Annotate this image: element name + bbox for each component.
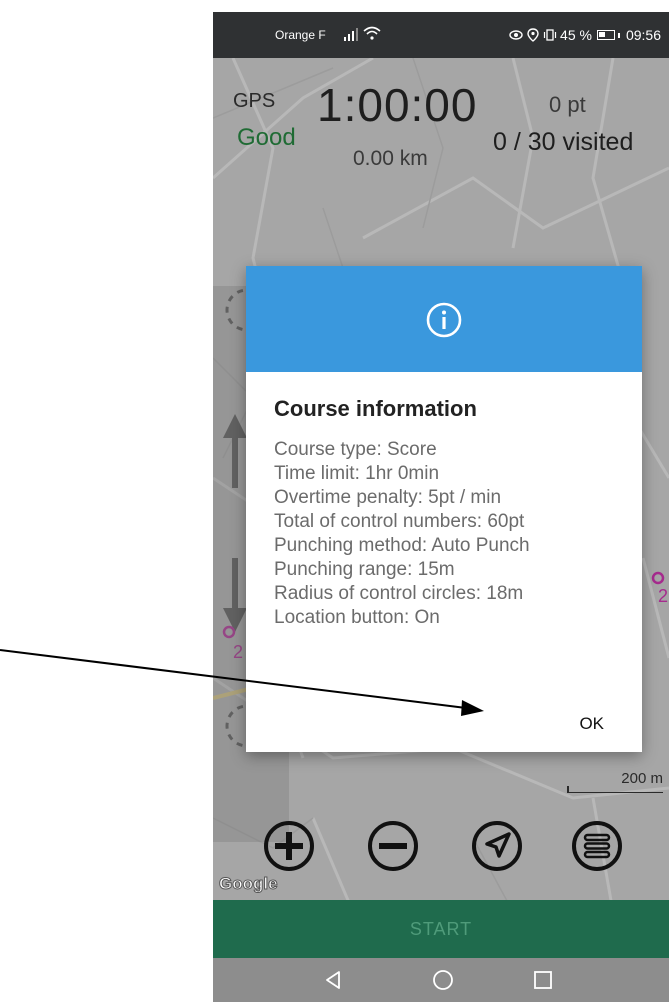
time-limit: Time limit: 1hr 0min [274,463,440,484]
battery-tip [617,32,620,38]
dialog-body: Course type: Score Time limit: 1hr 0min … [274,438,634,630]
map-scale-tick [567,786,569,792]
phone-screen: Orange F 45 % 09:56 2 2 GPS Good 1:00:00… [213,12,669,1002]
android-nav-bar [213,958,669,1002]
map-scale-label: 200 m [621,770,663,787]
punching-range: Punching range: 15m [274,559,455,580]
map-scale-line [567,792,663,793]
distance: 0.00 km [353,147,428,170]
gps-label: GPS [233,90,276,112]
signal-icon [344,28,358,41]
timer: 1:00:00 [317,79,478,131]
menu-button[interactable] [569,818,625,874]
location-pin-icon [527,28,539,42]
carrier-name: Orange F [275,28,326,42]
svg-text:2: 2 [658,586,668,606]
zoom-in-button[interactable] [261,818,317,874]
info-icon [426,302,462,338]
google-attribution: Google [219,874,279,894]
dialog-header [246,266,642,372]
back-icon[interactable] [319,966,347,994]
screenshot-canvas: Orange F 45 % 09:56 2 2 GPS Good 1:00:00… [0,0,669,1002]
location-button-setting: Location button: On [274,607,440,628]
status-bar: Orange F 45 % 09:56 [213,12,669,58]
total-control-numbers: Total of control numbers: 60pt [274,511,525,532]
points: 0 pt [549,92,586,117]
ok-button[interactable]: OK [579,714,604,734]
zoom-out-button[interactable] [365,818,421,874]
overtime-penalty: Overtime penalty: 5pt / min [274,487,502,508]
locate-button[interactable] [469,818,525,874]
battery-percent: 45 % [560,27,592,43]
eye-icon [509,30,523,40]
recents-icon[interactable] [529,966,557,994]
clock: 09:56 [625,27,661,43]
course-info-dialog: Course information Course type: Score Ti… [246,266,642,752]
battery-icon [596,30,615,40]
course-type: Course type: Score [274,439,437,460]
dialog-title: Course information [274,396,477,421]
control-circle-radius: Radius of control circles: 18m [274,583,524,604]
wifi-icon [363,26,381,40]
home-icon[interactable] [429,966,457,994]
vibrate-icon [543,29,557,41]
start-button[interactable]: START [213,900,669,958]
gps-status: Good [237,124,296,151]
visited-count: 0 / 30 visited [493,128,634,156]
status-right: 45 % 09:56 [509,12,661,58]
punching-method: Punching method: Auto Punch [274,535,530,556]
